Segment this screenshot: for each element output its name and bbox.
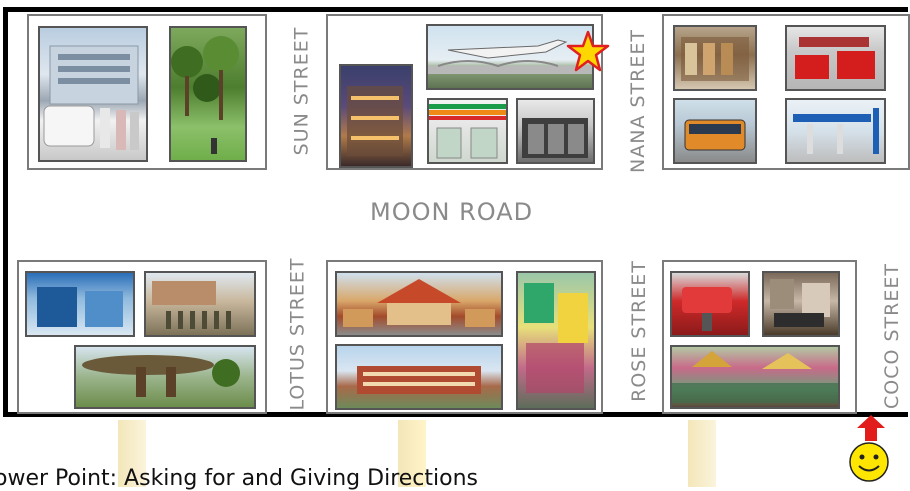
block-top-center (326, 14, 603, 170)
post-office-photo (670, 271, 750, 337)
block-bottom-center (326, 260, 603, 414)
street-label-rose: ROSE STREET (627, 260, 650, 402)
convenience-store-photo (427, 98, 508, 164)
slide-caption: ower Point: Asking for and Giving Direct… (0, 466, 478, 491)
hospital-photo (38, 26, 148, 162)
street-label-coco: COCO STREET (880, 263, 903, 409)
road-label-moon: MOON ROAD (370, 198, 534, 226)
police-station-photo (144, 271, 256, 337)
storefront-photo (516, 98, 595, 164)
gas-station-photo (785, 98, 886, 164)
floating-market-photo (670, 345, 840, 409)
bus-station-photo (673, 98, 757, 164)
decorative-stripe-right (688, 420, 716, 487)
smiley-face-icon (849, 442, 889, 482)
block-top-right (662, 14, 910, 170)
fire-station-photo (785, 25, 886, 91)
temple-photo (335, 271, 503, 337)
barber-shop-photo (762, 271, 840, 337)
street-label-nana: NANA STREET (626, 29, 649, 173)
school-photo (335, 344, 503, 410)
shopping-mall-photo (339, 64, 413, 168)
market-shop-photo (673, 25, 757, 91)
block-bottom-right (662, 260, 857, 414)
park-photo (169, 26, 247, 162)
up-arrow-icon (857, 415, 885, 441)
street-label-lotus: LOTUS STREET (286, 257, 309, 411)
block-bottom-left (17, 260, 267, 414)
star-icon (566, 30, 610, 72)
bank-photo (25, 271, 135, 337)
street-label-sun: SUN STREET (290, 26, 313, 156)
zoo-photo (74, 345, 256, 409)
market-photo (516, 271, 596, 410)
block-top-left (27, 14, 267, 170)
